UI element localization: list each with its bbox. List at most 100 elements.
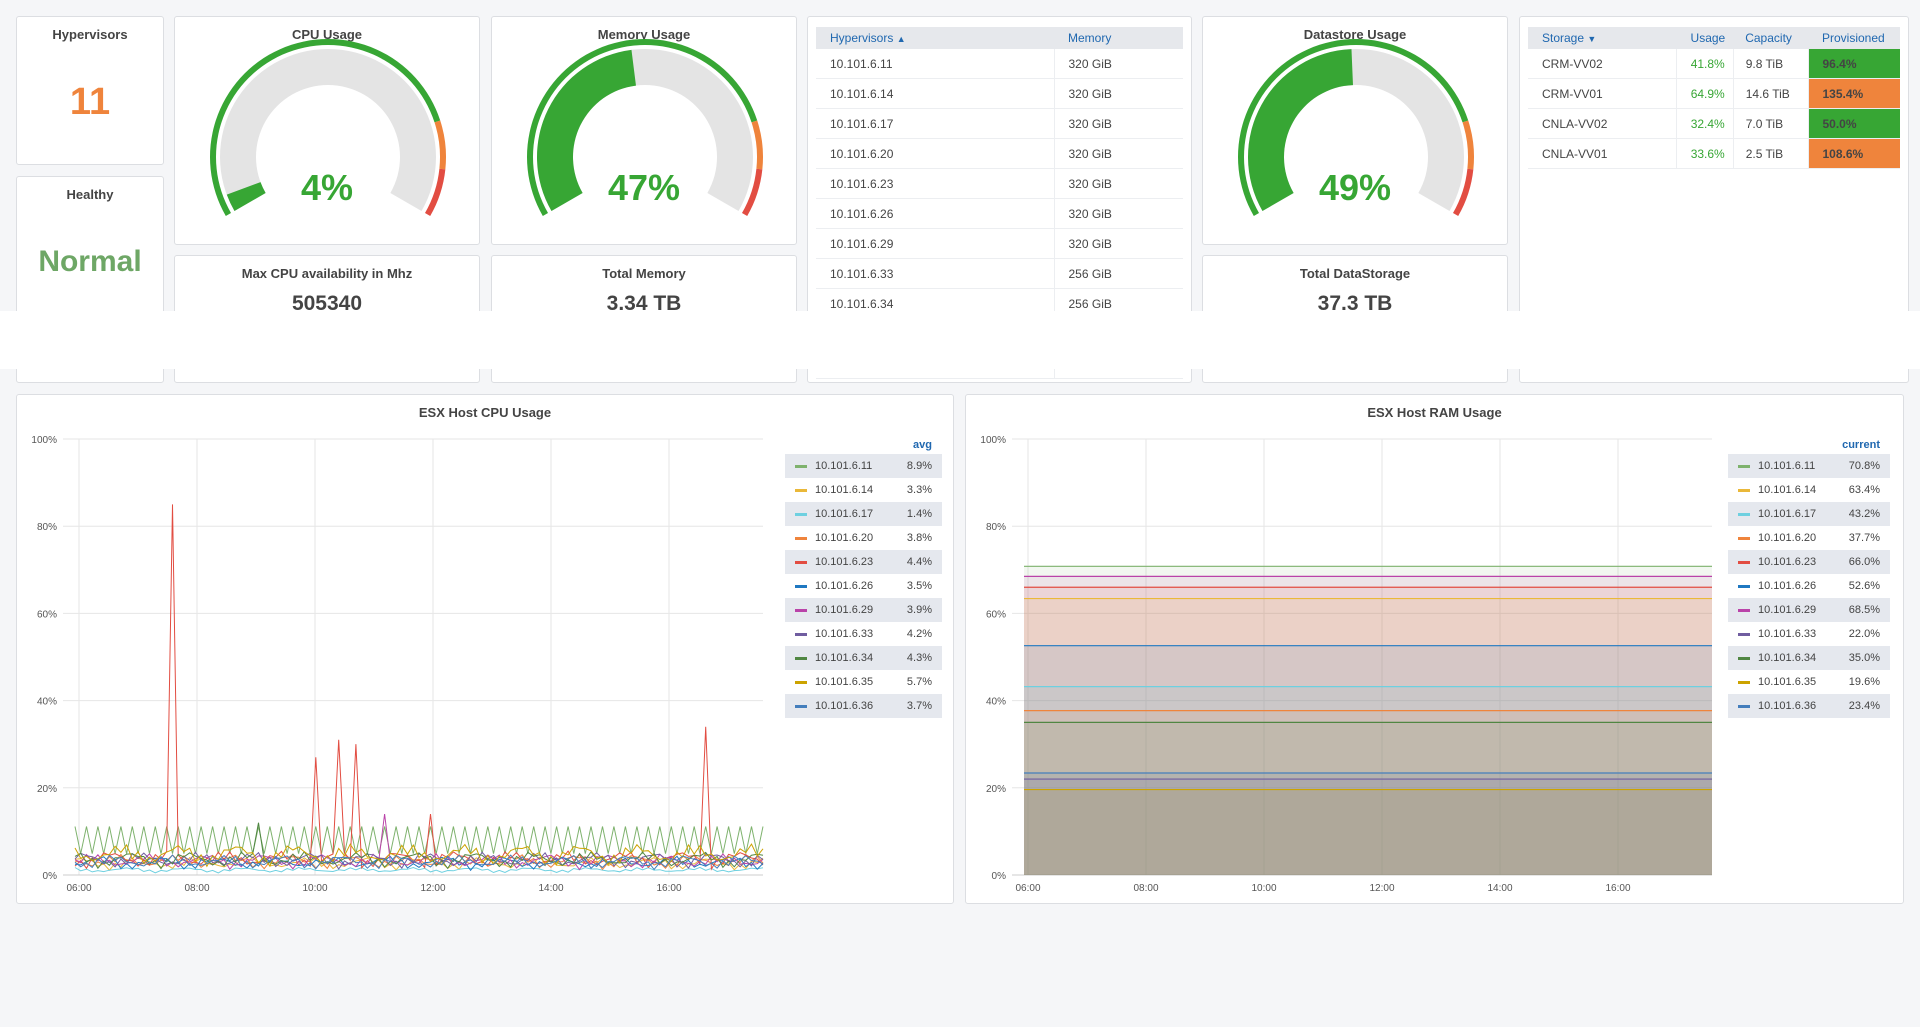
legend-item[interactable]: 10.101.6.23 66.0% [1728, 550, 1890, 574]
legend-series-name: 10.101.6.34 [815, 652, 874, 664]
legend-swatch [1738, 608, 1750, 612]
y-tick-label: 40% [37, 697, 57, 708]
hypervisors-stat-title: Hypervisors [52, 27, 128, 42]
legend-item[interactable]: 10.101.6.11 70.8% [1728, 454, 1890, 478]
hypervisor-host-cell: 10.101.6.14 [816, 78, 1055, 109]
storage-provisioned-cell: 96.4% [1808, 49, 1900, 79]
hypervisor-memory-cell: 320 GiB [1054, 168, 1183, 199]
hypervisors-column-header[interactable]: Hypervisors ▲ [816, 27, 1054, 49]
storage-table: Storage ▼ Usage Capacity Provisioned CRM… [1528, 27, 1900, 169]
legend-item[interactable]: 10.101.6.17 1.4% [785, 502, 942, 526]
legend-series-name: 10.101.6.14 [815, 484, 874, 496]
legend-item[interactable]: 10.101.6.20 37.7% [1728, 526, 1890, 550]
esx-cpu-usage-chart: 0% 20% 40% 60% 80% 100% 06:00 08:00 10:00 12:00 14… [31, 435, 764, 894]
legend-series-value: 63.4% [1848, 484, 1880, 496]
hypervisors-stat-value: 11 [69, 81, 111, 123]
memory-column-header[interactable]: Memory [1054, 27, 1183, 49]
provisioned-header-label: Provisioned [1822, 31, 1885, 45]
legend-series-name: 10.101.6.26 [815, 580, 874, 592]
legend-avg-header[interactable]: avg [785, 437, 942, 454]
legend-series-name: 10.101.6.36 [815, 700, 874, 712]
legend-swatch [795, 608, 807, 612]
legend-item[interactable]: 10.101.6.29 3.9% [785, 598, 942, 622]
legend-series-value: 37.7% [1848, 532, 1880, 544]
y-tick-label: 60% [986, 609, 1006, 620]
legend-swatch [795, 464, 807, 468]
esx-ram-usage-panel: ESX Host RAM Usage 0% 20% 40% 60% 80% 100% 06:… [965, 394, 1904, 904]
legend-series-name: 10.101.6.20 [1758, 532, 1817, 544]
hypervisor-host-cell: 10.101.6.17 [816, 108, 1055, 139]
legend-series-name: 10.101.6.34 [1758, 652, 1817, 664]
legend-series-name: 10.101.6.11 [1758, 460, 1816, 472]
storage-usage-cell: 32.4% [1676, 108, 1734, 139]
provisioned-column-header[interactable]: Provisioned [1808, 27, 1900, 49]
y-tick-label: 60% [37, 609, 57, 620]
capacity-header-label: Capacity [1745, 31, 1792, 45]
legend-item[interactable]: 10.101.6.26 3.5% [785, 574, 942, 598]
hypervisor-memory-cell: 256 GiB [1054, 258, 1183, 289]
legend-item[interactable]: 10.101.6.26 52.6% [1728, 574, 1890, 598]
storage-capacity-cell: 2.5 TiB [1733, 138, 1809, 169]
gauge-threshold-orange [751, 120, 763, 170]
legend-swatch [1738, 632, 1750, 636]
legend-item[interactable]: 10.101.6.17 43.2% [1728, 502, 1890, 526]
hypervisor-host-cell: 10.101.6.11 [816, 49, 1055, 79]
legend-item[interactable]: 10.101.6.14 3.3% [785, 478, 942, 502]
storage-capacity-cell: 7.0 TiB [1733, 108, 1809, 139]
legend-series-name: 10.101.6.20 [815, 532, 874, 544]
x-tick-label: 08:00 [184, 883, 209, 894]
legend-swatch [795, 632, 807, 636]
hypervisor-host-cell: 10.101.6.26 [816, 198, 1055, 229]
y-tick-label: 100% [31, 435, 57, 446]
legend-series-name: 10.101.6.33 [815, 628, 874, 640]
legend-item[interactable]: 10.101.6.14 63.4% [1728, 478, 1890, 502]
total-datastorage-title: Total DataStorage [1299, 266, 1411, 281]
legend-swatch [1738, 704, 1750, 708]
legend-item[interactable]: 10.101.6.33 22.0% [1728, 622, 1890, 646]
legend-series-value: 3.3% [906, 484, 932, 496]
legend-series-name: 10.101.6.17 [815, 508, 874, 520]
legend-item[interactable]: 10.101.6.23 4.4% [785, 550, 942, 574]
legend-item[interactable]: 10.101.6.35 5.7% [785, 670, 942, 694]
legend-swatch [1738, 512, 1750, 516]
x-tick-label: 14:00 [1487, 883, 1512, 894]
usage-column-header[interactable]: Usage [1676, 27, 1734, 49]
esx-cpu-usage-legend: avg 10.101.6.11 8.9% 10.101.6.14 3.3% 10.101… [785, 437, 942, 718]
legend-series-value: 68.5% [1848, 604, 1880, 616]
esx-ram-usage-legend: current 10.101.6.11 70.8% 10.101.6.14 63.4%… [1728, 437, 1890, 718]
storage-usage-cell: 33.6% [1676, 138, 1734, 169]
legend-swatch [1738, 560, 1750, 564]
hypervisor-memory-cell: 320 GiB [1054, 108, 1183, 139]
x-tick-label: 08:00 [1133, 883, 1158, 894]
legend-item[interactable]: 10.101.6.33 4.2% [785, 622, 942, 646]
hypervisor-memory-cell: 320 GiB [1054, 198, 1183, 229]
storage-capacity-cell: 9.8 TiB [1733, 49, 1809, 79]
legend-item[interactable]: 10.101.6.29 68.5% [1728, 598, 1890, 622]
legend-item[interactable]: 10.101.6.20 3.8% [785, 526, 942, 550]
x-tick-label: 16:00 [1605, 883, 1630, 894]
y-tick-label: 0% [992, 871, 1007, 882]
y-tick-label: 100% [980, 435, 1006, 446]
legend-item[interactable]: 10.101.6.35 19.6% [1728, 670, 1890, 694]
hypervisor-row: 10.101.6.26 320 GiB [816, 198, 1183, 229]
capacity-column-header[interactable]: Capacity [1733, 27, 1808, 49]
legend-item[interactable]: 10.101.6.11 8.9% [785, 454, 942, 478]
memory-header-label: Memory [1068, 31, 1112, 45]
legend-swatch [795, 536, 807, 540]
storage-header-label: Storage [1542, 31, 1585, 45]
legend-item[interactable]: 10.101.6.34 35.0% [1728, 646, 1890, 670]
legend-series-value: 5.7% [906, 676, 932, 688]
storage-name-cell: CRM-VV02 [1528, 49, 1677, 79]
legend-series-name: 10.101.6.36 [1758, 700, 1817, 712]
legend-item[interactable]: 10.101.6.34 4.3% [785, 646, 942, 670]
legend-swatch [795, 680, 807, 684]
storage-name-cell: CNLA-VV01 [1528, 138, 1677, 169]
x-tick-label: 10:00 [302, 883, 327, 894]
storage-row: CRM-VV01 64.9% 14.6 TiB 135.4% [1528, 78, 1900, 109]
legend-series-name: 10.101.6.23 [1758, 556, 1817, 568]
legend-item[interactable]: 10.101.6.36 3.7% [785, 694, 942, 718]
max-cpu-title: Max CPU availability in Mhz [241, 266, 413, 281]
storage-column-header[interactable]: Storage ▼ [1528, 27, 1676, 49]
legend-current-header[interactable]: current [1728, 437, 1890, 454]
legend-item[interactable]: 10.101.6.36 23.4% [1728, 694, 1890, 718]
